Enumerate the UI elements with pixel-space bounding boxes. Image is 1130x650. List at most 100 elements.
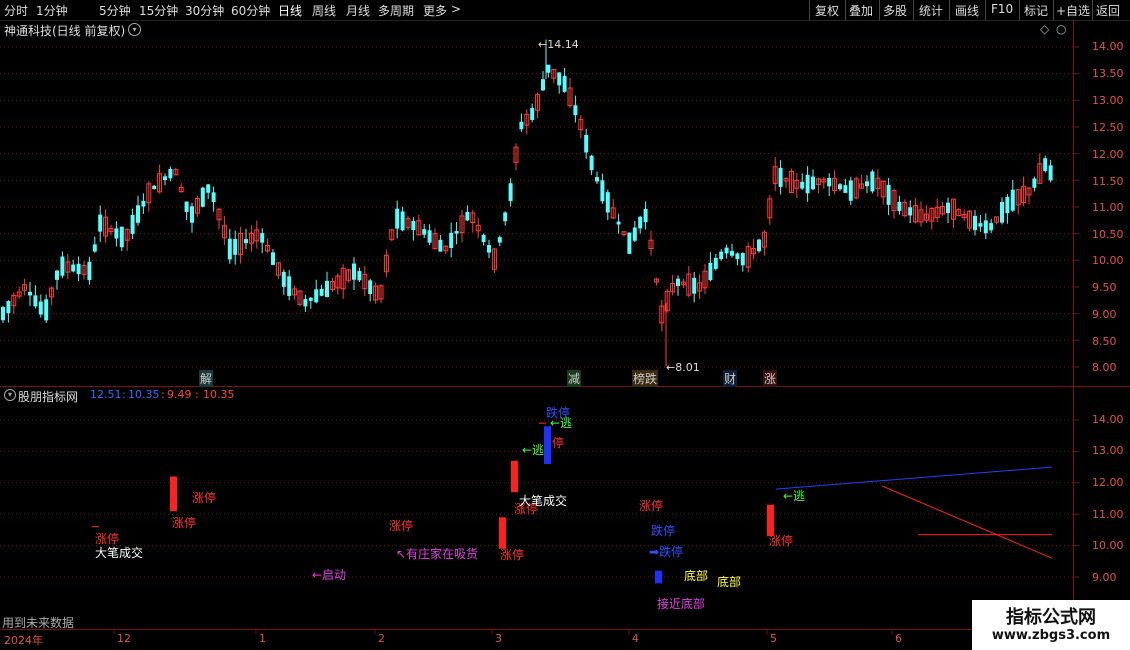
candle-body-down <box>206 184 211 193</box>
candle-body-down <box>287 276 292 296</box>
candle-body-down <box>983 220 988 234</box>
candle-body-down <box>843 185 848 193</box>
candle-body-down <box>508 183 513 202</box>
candle-body-down <box>92 244 97 252</box>
candle-body-down <box>427 230 432 243</box>
date-tick: 2024年 <box>4 634 43 647</box>
candle-body-down <box>190 206 194 223</box>
candle-body-down <box>303 299 308 307</box>
circle-chevron-down-icon[interactable]: ▾ <box>128 23 141 36</box>
candle-body-down <box>865 181 869 187</box>
candle-body-down <box>119 226 124 248</box>
candle-body-down <box>368 280 373 295</box>
start-signal-label: ←启动 <box>312 568 347 582</box>
high-marker: ←14.14 <box>538 38 579 51</box>
candle-body-down <box>778 167 783 187</box>
candle-body-down <box>233 239 238 255</box>
circle-chevron-down-icon[interactable]: ▾ <box>4 389 16 401</box>
candle-body-down <box>616 221 621 225</box>
candle-body-down <box>411 220 416 231</box>
circle-icon[interactable]: ○ <box>1056 22 1066 36</box>
event-marker-ranklist[interactable]: 榜跌 <box>632 370 659 387</box>
candle-body-down <box>244 239 248 244</box>
watermark-url: www.zbgs3.com <box>991 628 1111 643</box>
candle-body-down <box>946 202 950 214</box>
candle-body-down <box>44 299 49 321</box>
candle-body-down <box>71 264 76 272</box>
candle-body-down <box>6 301 11 314</box>
indicator-tick: 10.00 <box>1092 539 1124 552</box>
limit-up-label: 涨停 <box>769 534 794 548</box>
candle-body-down <box>1000 202 1004 223</box>
big-trade-label: 大笔成交 <box>519 494 568 508</box>
candle-body-down <box>897 201 902 211</box>
candle-body-down <box>260 233 265 243</box>
candle-body-down <box>465 211 470 221</box>
event-marker-reduce[interactable]: 减 <box>567 370 582 387</box>
candle-body-down <box>227 238 232 260</box>
candle-body-down <box>357 271 362 281</box>
event-marker-unlock[interactable]: 解 <box>199 370 214 387</box>
candle-body-down <box>60 256 65 276</box>
candle-body-down <box>546 64 551 73</box>
candle-body-down <box>573 105 578 116</box>
candle-body-down <box>530 108 535 120</box>
candle-body-down <box>1048 165 1053 181</box>
event-label: 减 <box>568 372 581 386</box>
price-tick: 9.00 <box>1092 308 1117 321</box>
candle-body-down <box>395 208 400 229</box>
candle-body-down <box>600 180 605 202</box>
event-label: 解 <box>200 372 213 386</box>
event-label: 财 <box>724 372 737 386</box>
candle-body-down <box>627 232 632 254</box>
candle-body-down <box>28 291 32 296</box>
candle-body-down <box>562 76 567 92</box>
candle-body-down <box>805 174 810 194</box>
low-marker: ←8.01 <box>666 361 700 374</box>
escape-signal-label: ←逃 <box>522 443 545 457</box>
candle-body-down <box>136 205 140 223</box>
candle-body-down <box>38 301 43 315</box>
candle-body-down <box>163 176 167 181</box>
candle-body-down <box>730 251 734 256</box>
price-tick: 10.00 <box>1092 254 1124 267</box>
accumulation-label: ↖有庄家在吸货 <box>396 547 479 561</box>
signal-bar <box>170 476 177 512</box>
signal-bar <box>655 570 662 584</box>
candle-body-down <box>757 239 761 252</box>
candle-body-down <box>114 228 119 239</box>
candle-body-down <box>271 252 275 265</box>
candle-body-down <box>989 223 994 231</box>
candle-body-down <box>827 177 832 187</box>
candle-body-down <box>848 180 853 201</box>
candle-body-down <box>1005 197 1010 214</box>
limit-down-label: ➡跌停 <box>649 545 684 559</box>
diamond-icon[interactable]: ◇ <box>1040 22 1049 36</box>
trendline-red-down <box>881 485 1053 559</box>
limit-up-label: 涨停 <box>172 516 197 530</box>
watermark-title: 指标公式网 <box>1006 607 1096 628</box>
big-trade-label: 大笔成交 <box>95 546 144 560</box>
price-tick: 10.50 <box>1092 228 1124 241</box>
candle-body-down <box>422 229 427 235</box>
kline-chart-canvas[interactable] <box>0 0 1130 650</box>
indicator-tick: 12.00 <box>1092 476 1124 489</box>
candle-body-down <box>557 72 562 86</box>
event-marker-finance[interactable]: 财 <box>723 370 738 387</box>
price-tick: 12.50 <box>1092 121 1124 134</box>
candle-body-down <box>595 177 599 182</box>
bottom-signal-label: 底部 <box>684 569 709 583</box>
candle-body-down <box>76 263 81 275</box>
indicator-tick: 14.00 <box>1092 413 1124 426</box>
candle-body-down <box>152 185 157 190</box>
candle-body-down <box>692 277 697 294</box>
limit-down-label: 跌停 <box>651 524 676 538</box>
candle-body-down <box>676 278 680 286</box>
date-tick: 6 <box>895 632 902 645</box>
limit-up-label: 涨停 <box>192 491 217 505</box>
candle-body-down <box>1032 178 1037 188</box>
candle-body-down <box>713 257 718 269</box>
candle-body-down <box>638 216 643 229</box>
event-marker-rise[interactable]: 涨 <box>763 370 778 387</box>
candle-body-down <box>870 171 875 192</box>
